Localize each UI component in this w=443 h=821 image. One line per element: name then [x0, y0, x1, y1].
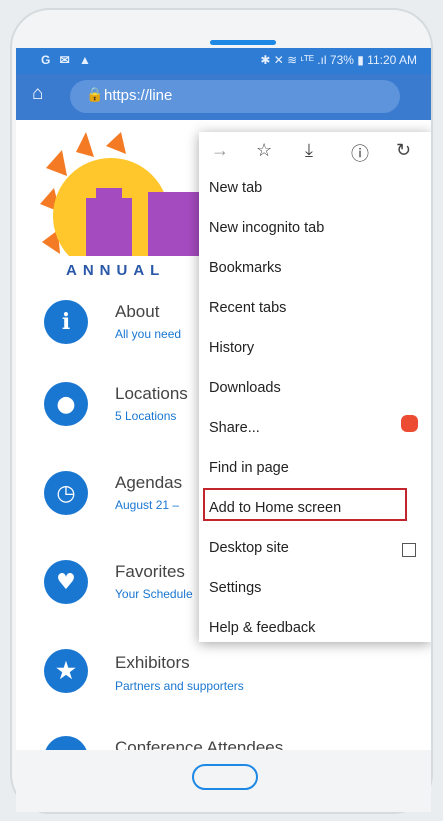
clock-icon: ◷ [44, 471, 88, 515]
list-item-subtitle: Partners and supporters [115, 679, 244, 693]
list-item-subtitle: August 21 – [115, 498, 180, 512]
logo-letter-s [148, 192, 204, 256]
list-item-subtitle: 5 Locations [115, 409, 177, 423]
menu-item-add-to-home-screen[interactable]: Add to Home screen [209, 500, 341, 516]
download-icon[interactable]: ⤓ [305, 140, 313, 161]
people-icon [44, 736, 88, 750]
list-item-title: Locations [115, 384, 188, 403]
list-item-title: Conference Attendees [115, 738, 284, 750]
status-left: G ✉ ▲ [41, 53, 94, 67]
menu-item-new-incognito-tab[interactable]: New incognito tab [209, 220, 324, 236]
list-item-subtitle: Your Schedule [115, 587, 193, 601]
desktop-site-checkbox[interactable] [402, 543, 416, 557]
list-item-exhibitors[interactable]: ★ Exhibitors Partners and supporters [16, 633, 431, 713]
list-item-title: Exhibitors [115, 653, 190, 672]
menu-item-desktop-site[interactable]: Desktop site [209, 540, 289, 556]
refresh-icon[interactable]: ↻ [396, 140, 411, 161]
speaker [210, 40, 276, 45]
list-item-title: Agendas [115, 473, 183, 492]
screen: G ✉ ▲ ✱ ✕ ≋ ᶫᵀᴱ .ıl 73% ▮ 11:20 AM ⌂ 🔒 h… [16, 48, 431, 750]
home-button[interactable] [192, 764, 258, 790]
forward-icon[interactable]: → [211, 140, 229, 161]
menu-item-downloads[interactable]: Downloads [209, 380, 281, 396]
url-bar[interactable]: 🔒 https://line [70, 80, 400, 113]
url-text: https://line [104, 87, 173, 104]
lock-icon: 🔒 [86, 86, 104, 102]
star-icon: ★ [44, 649, 88, 693]
menu-item-new-tab[interactable]: New tab [209, 180, 262, 196]
heart-icon: ♥ [44, 560, 88, 604]
menu-item-find-in-page[interactable]: Find in page [209, 460, 289, 476]
logo-letter-t [86, 198, 132, 256]
menu-item-help-feedback[interactable]: Help & feedback [209, 620, 315, 636]
list-item-attendees[interactable]: Conference Attendees [16, 726, 431, 750]
star-bookmark-icon[interactable]: ☆ [256, 140, 272, 161]
home-icon[interactable]: ⌂ [32, 83, 43, 105]
info-icon: i [44, 300, 88, 344]
menu-item-settings[interactable]: Settings [209, 580, 261, 596]
menu-item-share[interactable]: Share... [209, 420, 260, 436]
status-bar: G ✉ ▲ ✱ ✕ ≋ ᶫᵀᴱ .ıl 73% ▮ 11:20 AM [16, 48, 431, 74]
status-right: ✱ ✕ ≋ ᶫᵀᴱ .ıl 73% ▮ 11:20 AM [260, 53, 417, 67]
menu-item-history[interactable]: History [209, 340, 254, 356]
phone-nav-area [16, 750, 431, 812]
event-logo: ANNUAL [36, 132, 226, 282]
share-app-icon [401, 415, 418, 432]
browser-toolbar: ⌂ 🔒 https://line [16, 74, 431, 120]
list-item-subtitle: All you need [115, 327, 182, 341]
menu-item-bookmarks[interactable]: Bookmarks [209, 260, 282, 276]
location-pin-icon: ● [44, 382, 88, 426]
menu-item-recent-tabs[interactable]: Recent tabs [209, 300, 286, 316]
list-item-title: Favorites [115, 562, 185, 581]
info-icon[interactable]: ⓘ [351, 140, 369, 166]
logo-caption: ANNUAL [66, 262, 165, 279]
overflow-menu: → ☆ ⤓ ⓘ ↻ New tab New incognito tab Book… [199, 132, 431, 642]
list-item-title: About [115, 302, 160, 321]
